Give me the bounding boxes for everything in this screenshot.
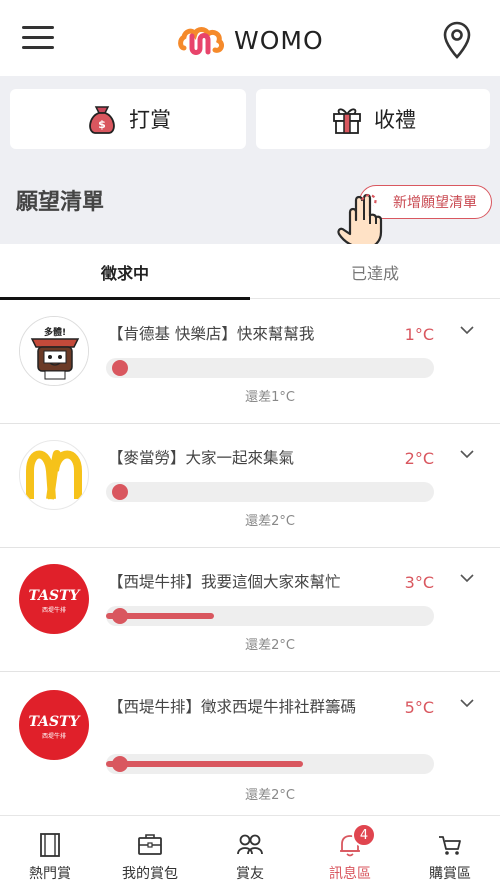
item-temperature: 1°C bbox=[404, 325, 434, 344]
item-temperature: 2°C bbox=[404, 449, 434, 468]
friends-icon bbox=[237, 834, 263, 855]
remaining-text: 還差2°C bbox=[245, 638, 295, 653]
list-item[interactable]: 多體! 【肯德基 快樂店】快來幫幫我 1°C 還差1°C bbox=[0, 300, 500, 424]
wish-list: 多體! 【肯德基 快樂店】快來幫幫我 1°C 還差1°C 【麥當勞】大家一起來集… bbox=[0, 300, 500, 818]
brand-name: WOMO bbox=[234, 25, 324, 55]
golden-arches-icon bbox=[26, 450, 82, 500]
bottom-navigation: 熱門賞 我的賞包 賞友 訊息區 購賞區 bbox=[0, 815, 500, 889]
progress-knob bbox=[112, 756, 128, 772]
progress-bar bbox=[106, 754, 434, 774]
progress-fill bbox=[106, 761, 303, 767]
item-temperature: 5°C bbox=[404, 698, 434, 717]
list-item[interactable]: TASTY 西堤牛排 【西堤牛排】徵求西堤牛排社群籌碼 5°C 還差2°C bbox=[0, 672, 500, 818]
film-icon bbox=[40, 833, 60, 857]
tasty-sub-text: 西堤牛排 bbox=[42, 732, 66, 740]
mcdonalds-logo bbox=[19, 440, 89, 510]
pointing-hand-icon bbox=[337, 193, 383, 250]
nav-friends[interactable]: 賞友 bbox=[200, 816, 300, 889]
tasty-logo: TASTY 西堤牛排 bbox=[19, 690, 89, 760]
cart-icon bbox=[439, 836, 461, 855]
tasty-brand-icon: TASTY 西堤牛排 bbox=[28, 714, 81, 740]
gift-button[interactable]: 收禮 bbox=[256, 89, 490, 149]
add-wishlist-label: 新增願望清單 bbox=[393, 195, 477, 211]
wishlist-title: 願望清單 bbox=[16, 190, 105, 215]
nav-label: 訊息區 bbox=[329, 866, 371, 882]
progress-knob bbox=[112, 608, 128, 624]
item-title: 【西堤牛排】我要這個大家來幫忙 bbox=[108, 573, 341, 591]
tasty-sub-text: 西堤牛排 bbox=[42, 606, 66, 614]
remaining-text: 還差2°C bbox=[245, 514, 295, 529]
tasty-brand-icon: TASTY 西堤牛排 bbox=[28, 588, 81, 614]
item-temperature: 3°C bbox=[404, 573, 434, 592]
list-item[interactable]: TASTY 西堤牛排 【西堤牛排】我要這個大家來幫忙 3°C 還差2°C bbox=[0, 548, 500, 672]
nav-label: 熱門賞 bbox=[29, 866, 71, 882]
chevron-down-icon[interactable] bbox=[459, 449, 475, 459]
gift-label: 收禮 bbox=[374, 108, 416, 132]
hamburger-menu-icon[interactable] bbox=[22, 26, 54, 52]
progress-knob bbox=[112, 484, 128, 500]
tab-seeking[interactable]: 徵求中 bbox=[0, 244, 250, 300]
svg-text:$: $ bbox=[98, 118, 106, 131]
nav-label: 我的賞包 bbox=[122, 866, 178, 882]
chevron-down-icon[interactable] bbox=[459, 325, 475, 335]
nav-my-wallet[interactable]: 我的賞包 bbox=[100, 816, 200, 889]
tasty-brand-text: TASTY bbox=[28, 588, 81, 604]
nav-label: 購賞區 bbox=[429, 866, 471, 882]
progress-bar bbox=[106, 482, 434, 502]
tip-button[interactable]: $ 打賞 bbox=[10, 89, 246, 149]
notification-badge: 4 bbox=[352, 823, 376, 847]
nav-shop[interactable]: 購賞區 bbox=[400, 816, 500, 889]
tasty-brand-text: TASTY bbox=[28, 714, 81, 730]
kfc-logo: 多體! bbox=[19, 316, 89, 386]
item-title: 【肯德基 快樂店】快來幫幫我 bbox=[108, 325, 315, 343]
progress-knob bbox=[112, 360, 128, 376]
womo-logo-icon bbox=[178, 27, 224, 55]
chevron-down-icon[interactable] bbox=[459, 698, 475, 708]
progress-bar bbox=[106, 606, 434, 626]
action-panel: $ 打賞 收禮 願望清單 新增願望清單 bbox=[0, 76, 500, 250]
nav-messages[interactable]: 訊息區 bbox=[300, 816, 400, 889]
tip-label: 打賞 bbox=[129, 108, 171, 132]
gift-box-icon bbox=[333, 108, 361, 134]
app-header: WOMO bbox=[0, 0, 500, 76]
remaining-text: 還差2°C bbox=[245, 788, 295, 803]
money-bag-icon: $ bbox=[89, 106, 115, 134]
app-logo: WOMO bbox=[178, 22, 324, 58]
list-item[interactable]: 【麥當勞】大家一起來集氣 2°C 還差2°C bbox=[0, 424, 500, 548]
wishlist-tabs: 徵求中 已達成 bbox=[0, 244, 500, 300]
mascot-icon: 多體! bbox=[20, 317, 88, 385]
tasty-logo: TASTY 西堤牛排 bbox=[19, 564, 89, 634]
kfc-badge-text: 多體! bbox=[44, 326, 66, 338]
wallet-icon bbox=[138, 834, 162, 855]
nav-label: 賞友 bbox=[236, 866, 264, 882]
item-title: 【西堤牛排】徵求西堤牛排社群籌碼 bbox=[108, 698, 357, 716]
chevron-down-icon[interactable] bbox=[459, 573, 475, 583]
item-title: 【麥當勞】大家一起來集氣 bbox=[108, 449, 295, 467]
nav-hot-rewards[interactable]: 熱門賞 bbox=[0, 816, 100, 889]
progress-bar bbox=[106, 358, 434, 378]
remaining-text: 還差1°C bbox=[245, 390, 295, 405]
location-pin-icon[interactable] bbox=[441, 20, 473, 60]
tab-achieved[interactable]: 已達成 bbox=[250, 244, 500, 299]
